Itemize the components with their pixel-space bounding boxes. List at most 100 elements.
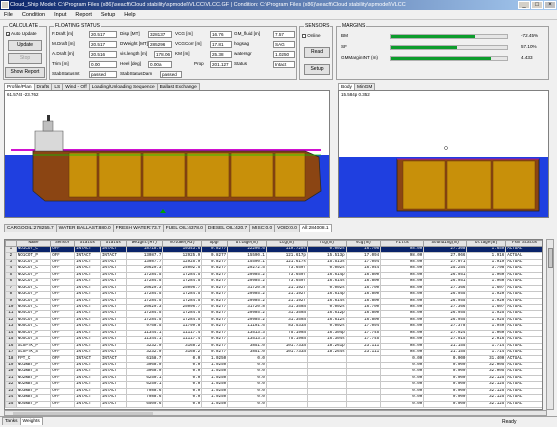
table-cell <box>345 400 382 408</box>
margin-gm-track <box>390 56 508 61</box>
table-row[interactable]: 25 NO4WBT_P OFF INTACT INTACT 6509.6 0.0 1.0250… <box>5 400 542 408</box>
status-bar: Tanks Weights Ready <box>0 416 557 427</box>
mdraft-label: M.Draft [m] <box>52 41 75 46</box>
menu-report[interactable]: Report <box>75 10 92 19</box>
gmfluid-field: 7.57 <box>273 31 295 38</box>
tab-cargooil[interactable]: CARGOOIL:278255.7 <box>4 224 57 232</box>
adraft-field: 20.516 <box>89 51 117 58</box>
menu-help[interactable]: Help <box>124 10 135 19</box>
watersgr-field: 1.0250 <box>273 51 295 58</box>
close-button[interactable]: × <box>544 1 556 9</box>
stabstatus-dam-field: passed <box>160 71 182 78</box>
hogsag-field: SAG <box>273 41 295 48</box>
margin-gm-label: GMMarginINT (m) <box>341 55 378 60</box>
table-cell: 0.000 <box>423 400 468 408</box>
ship-profile-drawing <box>5 115 329 217</box>
table-cell: INTACT <box>74 400 101 408</box>
tank-table: Name Sensor Status Status Weight(MT) Volume(M… <box>4 239 543 410</box>
heel-field: 0.00a <box>148 61 172 68</box>
floating-status-group: FLOATING STATUS F.Draft [m] 20.517 Disp … <box>49 23 297 80</box>
dwt-field: 285296 <box>148 41 172 48</box>
summary-tabs: CARGOOIL:278255.7 WATER BALLAST:880.0 FR… <box>4 224 332 232</box>
stabstatus-dam-label: StabStatusDam <box>120 71 153 76</box>
tab-water-ballast[interactable]: WATER BALLAST:880.0 <box>55 224 114 232</box>
margin-sf-track <box>390 45 508 50</box>
maximize-button[interactable]: □ <box>531 1 543 9</box>
read-button[interactable]: Read <box>304 47 330 58</box>
menu-condition[interactable]: Condition <box>22 10 45 19</box>
mdraft-field: 20.517 <box>89 41 117 48</box>
table-cell: 1.0250 <box>201 400 229 408</box>
margin-bm-label: BM <box>341 33 348 38</box>
table-cell: 0.0 <box>162 400 203 408</box>
stop-button[interactable]: Stop <box>8 53 42 64</box>
dwt-label: DWeight [MT] <box>120 41 148 46</box>
trim-label: Trim [m] <box>52 61 69 66</box>
status-ready: Ready <box>502 419 517 425</box>
auto-update-label: Auto Update <box>11 31 37 36</box>
margin-gm-bar <box>391 57 491 60</box>
menu-input[interactable]: Input <box>54 10 66 19</box>
table-vertical-scrollbar[interactable] <box>546 239 554 410</box>
table-body: 1 NO1COT_C OFF INTACT INTACT 18718.0 19343.6 0.… <box>5 245 542 408</box>
stabstatus-int-field: passed <box>89 71 117 78</box>
tab-fuel-oil[interactable]: FUEL OIL:4378.0 <box>162 224 206 232</box>
sensors-title: SENSORS <box>304 23 331 30</box>
km-label: KM [m] <box>175 51 190 56</box>
table-cell: 0.0 <box>227 400 267 408</box>
update-button[interactable]: Update <box>8 40 42 51</box>
tab-tanks[interactable]: Tanks <box>2 417 21 425</box>
margin-bm-value: -72.45% <box>521 33 539 38</box>
title-bar: Cloud_Ship Model: C:\Program Files (x86)… <box>0 0 557 10</box>
profile-view[interactable]: 61.574t -23.762 <box>4 90 330 218</box>
vcg-field: 16.76 <box>210 31 232 38</box>
menu-file[interactable]: File <box>4 10 13 19</box>
body-section-view[interactable]: 15.584p 0.352 <box>338 90 549 218</box>
vscroll-thumb[interactable] <box>548 248 553 268</box>
calculate-title: CALCULATE <box>8 23 40 30</box>
margin-bm-bar <box>391 35 475 38</box>
margins-title: MARGINS <box>341 23 367 30</box>
tab-misc[interactable]: MISC:0.0 <box>249 224 276 232</box>
minimize-button[interactable]: _ <box>518 1 530 9</box>
menu-setup[interactable]: Setup <box>101 10 115 19</box>
trim-field: 0.00 <box>89 61 117 68</box>
tab-void[interactable]: VOID:0.0 <box>274 224 300 232</box>
margin-sf-value: 57.10% <box>521 44 537 49</box>
table-cell: 25 <box>5 400 17 408</box>
hscroll-thumb[interactable] <box>13 412 153 415</box>
disp-field: 328137 <box>148 31 172 38</box>
tab-diesel-oil[interactable]: DIESEL OIL:420.7 <box>204 224 251 232</box>
auto-update-checkbox[interactable]: ✓ Auto Update <box>6 31 37 37</box>
prop-label: Prop <box>194 61 204 66</box>
vislen-label: vis.length [m] <box>120 51 148 56</box>
tab-weights[interactable]: Weights <box>19 417 43 425</box>
table-cell <box>265 400 308 408</box>
stabstatus-int-label: StabStatusInt <box>52 71 80 76</box>
sensors-setup-button[interactable]: Setup <box>304 64 330 75</box>
tab-all[interactable]: All:284008.1 <box>298 224 332 232</box>
fdraft-label: F.Draft [m] <box>52 31 74 36</box>
fdraft-field: 20.517 <box>89 31 117 38</box>
tab-fresh-water[interactable]: FRESH WATER:73.7 <box>112 224 164 232</box>
show-report-button[interactable]: Show Report <box>5 67 45 78</box>
table-cell: 6509.6 <box>125 400 164 408</box>
km-field: 25.38 <box>210 51 232 58</box>
margin-gm-value: 4.433 <box>521 55 533 60</box>
margin-sf-bar <box>391 46 458 49</box>
prop-field: 201.127 <box>210 61 232 68</box>
online-label: Online <box>307 33 321 38</box>
online-checkbox[interactable]: Online <box>302 33 321 39</box>
table-cell <box>306 400 347 408</box>
calculate-group: CALCULATE ✓ Auto Update Update Stop Show… <box>3 23 47 80</box>
table-cell: ACTUAL <box>505 400 542 408</box>
vcgcorr-field: 17.81 <box>210 41 232 48</box>
adraft-label: A.Draft [m] <box>52 51 74 56</box>
window-title: Cloud_Ship Model: C:\Program Files (x86)… <box>10 2 406 8</box>
table-cell: OFF <box>50 400 75 408</box>
gmfluid-label: GM_fluid [m] <box>234 31 261 36</box>
vcg-label: VCG [m] <box>175 31 193 36</box>
margin-bm-track <box>390 34 508 39</box>
status-field: Intact <box>273 61 295 68</box>
app-icon <box>1 1 9 9</box>
